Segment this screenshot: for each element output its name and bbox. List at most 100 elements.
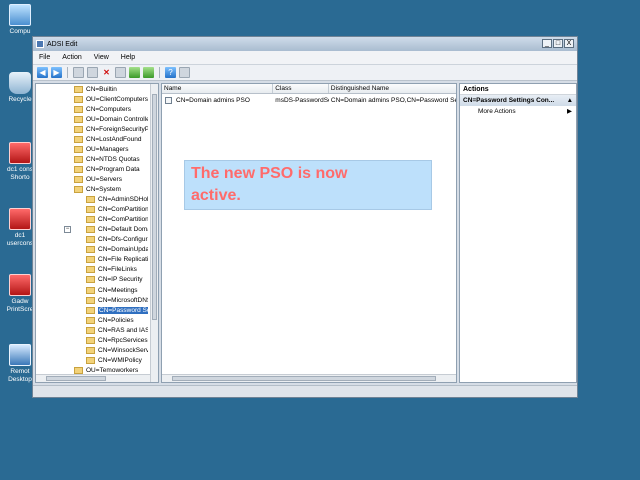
tree-item[interactable]: CN=Policies	[86, 315, 148, 325]
tree-item[interactable]: CN=DomainUpdates	[86, 245, 148, 255]
title-bar[interactable]: ADSI Edit _ □ X	[33, 37, 577, 51]
tree-item-label: CN=ComPartitions	[98, 206, 148, 214]
list-horizontal-scrollbar[interactable]	[162, 374, 456, 382]
tool-icon	[9, 274, 31, 296]
help-icon[interactable]: ?	[165, 67, 176, 78]
toolbar: ◀ ▶ ✕ ?	[33, 65, 577, 81]
list-pane[interactable]: Name Class Distinguished Name CN=Domain …	[161, 83, 457, 383]
tree-item-label: CN=ComPartitionSets	[98, 216, 148, 224]
folder-icon	[74, 125, 83, 133]
tree-item[interactable]: CN=ComPartitions	[86, 205, 148, 215]
menu-action[interactable]: Action	[62, 54, 81, 61]
export-list-icon[interactable]	[143, 67, 154, 78]
tree-item-label: CN=NTDS Quotas	[86, 155, 140, 163]
cell-dn: CN=Domain admins PSO,CN=Password Setting…	[330, 96, 456, 104]
tree-item-label: CN=Computers	[86, 105, 131, 113]
tree-item[interactable]: OU=Managers	[74, 144, 148, 154]
tree-item[interactable]: CN=Program Data	[74, 164, 148, 174]
tree-item-label: CN=File Replication Service	[98, 256, 148, 264]
tree-item[interactable]: CN=Meetings	[86, 285, 148, 295]
export-icon[interactable]	[115, 67, 126, 78]
tree-item[interactable]: CN=System	[74, 185, 148, 195]
close-button[interactable]: X	[564, 39, 574, 48]
collapse-up-icon[interactable]: ▲	[567, 95, 573, 106]
tree-item[interactable]: CN=Computers	[74, 104, 148, 114]
tree-item-label: CN=Dfs-Configuration	[98, 236, 148, 244]
folder-icon	[86, 256, 95, 264]
tree-item-label: CN=DomainUpdates	[98, 246, 148, 254]
folder-icon	[74, 105, 83, 113]
folder-icon	[86, 296, 95, 304]
recycle-bin-icon	[9, 72, 31, 94]
menu-help[interactable]: Help	[121, 54, 135, 61]
refresh-icon[interactable]	[129, 67, 140, 78]
forward-icon[interactable]: ▶	[51, 67, 62, 78]
folder-icon	[86, 346, 95, 354]
actions-section-header[interactable]: CN=Password Settings Con... ▲	[460, 95, 576, 106]
minimize-button[interactable]: _	[542, 39, 552, 48]
tree-item[interactable]: CN=NTDS Quotas	[74, 154, 148, 164]
tree-item[interactable]: CN=RpcServices	[86, 335, 148, 345]
desktop-icon-computer[interactable]: Compu	[2, 4, 38, 36]
tree-item[interactable]: OU=Temoworkers	[74, 365, 148, 375]
cell-class: msDS-PasswordSettings	[275, 96, 329, 104]
folder-icon	[74, 85, 83, 93]
tree-item[interactable]: CN=ComPartitionSets	[86, 215, 148, 225]
tree-item[interactable]: CN=IP Security	[86, 275, 148, 285]
tree-item[interactable]: CN=MicrosoftDNS	[86, 295, 148, 305]
menu-file[interactable]: File	[39, 54, 50, 61]
tree-item-label: OU=Domain Controllers	[86, 115, 148, 123]
folder-icon	[86, 336, 95, 344]
list-item[interactable]: CN=Domain admins PSO msDS-PasswordSettin…	[162, 95, 456, 105]
folder-icon	[86, 246, 95, 254]
tree-item[interactable]: CN=WinsockServices	[86, 345, 148, 355]
tree-item[interactable]: CN=File Replication Service	[86, 255, 148, 265]
tree-item[interactable]: CN=Dfs-Configuration	[86, 235, 148, 245]
column-header-class[interactable]: Class	[273, 84, 329, 93]
collapse-icon[interactable]: −	[64, 226, 71, 233]
tree-item[interactable]: CN=Password Settings Container	[86, 305, 148, 315]
tree-item[interactable]: CN=WMIPolicy	[86, 355, 148, 365]
folder-icon	[86, 276, 95, 284]
tree-item[interactable]: OU=ClientComputers	[74, 94, 148, 104]
tree-item[interactable]: CN=Builtin	[74, 84, 148, 94]
tree-item[interactable]: OU=Servers	[74, 174, 148, 184]
tree-item-label: OU=Managers	[86, 145, 129, 153]
folder-icon	[86, 206, 95, 214]
toolbar-separator	[67, 67, 68, 78]
remote-desktop-icon	[9, 344, 31, 366]
column-header-dn[interactable]: Distinguished Name	[329, 84, 456, 93]
tree-item[interactable]: CN=LostAndFound	[74, 134, 148, 144]
up-folder-icon[interactable]	[73, 67, 84, 78]
scroll-thumb[interactable]	[172, 376, 436, 381]
delete-icon[interactable]: ✕	[101, 67, 112, 78]
tree-item[interactable]: CN=ForeignSecurityPrincipals	[74, 124, 148, 134]
column-header-name[interactable]: Name	[162, 84, 274, 93]
more-actions-label: More Actions	[478, 108, 516, 115]
tree-vertical-scrollbar[interactable]	[150, 84, 158, 382]
folder-icon	[74, 165, 83, 173]
tree-item[interactable]: CN=AdminSDHolder	[86, 195, 148, 205]
tree-item-label: CN=RpcServices	[98, 336, 148, 344]
properties-icon[interactable]	[87, 67, 98, 78]
adsi-edit-app-icon	[36, 40, 44, 48]
folder-icon	[74, 366, 83, 374]
tree-item-label: CN=Builtin	[86, 85, 117, 93]
tree-item[interactable]: OU=Domain Controllers	[74, 114, 148, 124]
folder-icon	[74, 145, 83, 153]
tree-item[interactable]: CN=RAS and IAS Servers Access Check	[86, 325, 148, 335]
tree-item[interactable]: CN=Default Domain Policy	[86, 225, 148, 235]
maximize-button[interactable]: □	[553, 39, 563, 48]
tool-icon	[9, 208, 31, 230]
tree-pane[interactable]: − CN=Builtin OU=ClientComputers CN=Compute…	[35, 83, 159, 383]
actions-title: Actions	[460, 84, 576, 95]
scroll-thumb[interactable]	[152, 94, 157, 320]
show-pane-icon[interactable]	[179, 67, 190, 78]
tree-item[interactable]: CN=FileLinks	[86, 265, 148, 275]
back-icon[interactable]: ◀	[37, 67, 48, 78]
more-actions-item[interactable]: More Actions ▶	[460, 106, 576, 118]
folder-icon	[74, 95, 83, 103]
tree-item-label: CN=RAS and IAS Servers Access Check	[98, 326, 148, 334]
menu-view[interactable]: View	[94, 54, 109, 61]
scroll-thumb[interactable]	[46, 376, 106, 381]
